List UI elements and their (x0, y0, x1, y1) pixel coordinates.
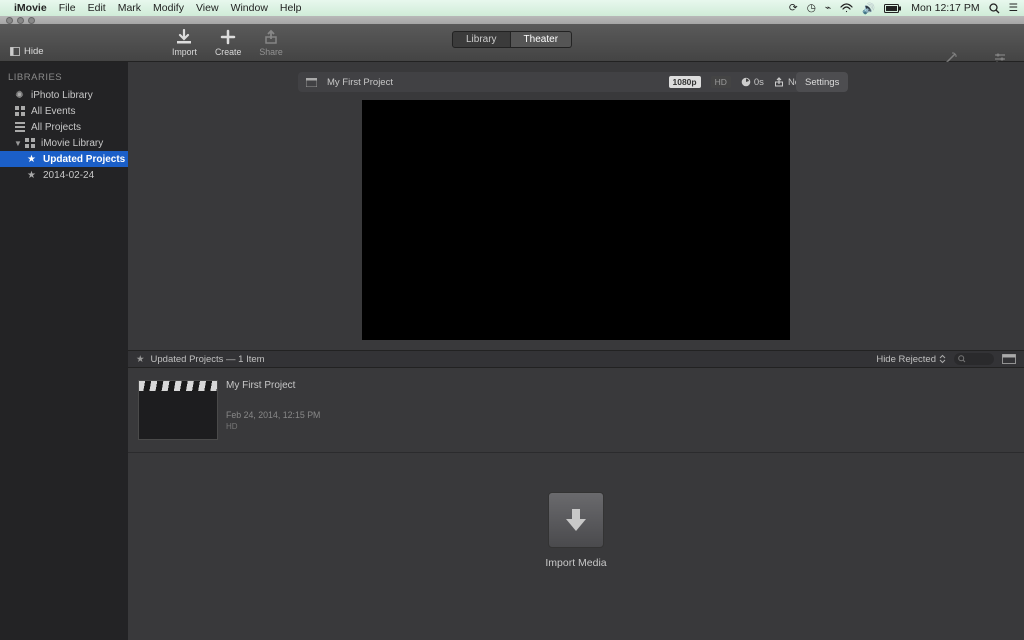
sidebar-item-all-events[interactable]: All Events (0, 103, 128, 119)
spotlight-icon[interactable] (989, 3, 1000, 14)
video-preview-canvas[interactable] (362, 100, 790, 340)
star-grid-icon (24, 138, 35, 149)
clip-date: Feb 24, 2014, 12:15 PM (226, 410, 320, 420)
menu-help[interactable]: Help (280, 2, 302, 14)
sidebar: LIBRARIES ✺ iPhoto Library All Events Al… (0, 62, 128, 640)
duration: 0s (741, 77, 764, 88)
search-field[interactable] (954, 353, 994, 365)
menu-mark[interactable]: Mark (118, 2, 141, 14)
share-icon (774, 77, 784, 87)
import-media-zone[interactable]: Import Media (128, 492, 1024, 569)
updown-icon (939, 354, 946, 364)
disclosure-triangle-icon[interactable]: ▼ (14, 139, 22, 148)
star-icon: ★ (136, 354, 145, 365)
browser-header: ★ Updated Projects — 1 Item Hide Rejecte… (128, 350, 1024, 368)
clip-view-button[interactable] (1002, 354, 1016, 364)
project-icon (306, 78, 317, 87)
sidebar-collapse-icon (10, 47, 20, 56)
sidebar-item-label: All Events (31, 106, 75, 117)
clapboard-icon (139, 381, 217, 391)
star-icon: ★ (26, 154, 37, 165)
create-label: Create (215, 47, 241, 57)
window-titlebar (0, 16, 1024, 24)
import-label: Import (172, 47, 197, 57)
import-media-button[interactable] (548, 492, 604, 548)
timemachine-icon[interactable]: ◷ (807, 2, 816, 14)
sidebar-item-imovie-library[interactable]: ▼ iMovie Library (0, 135, 128, 151)
clock-icon (741, 77, 751, 87)
divider (128, 452, 1024, 453)
clip-row: My First Project Feb 24, 2014, 12:15 PM … (138, 380, 320, 440)
app-menu[interactable]: iMovie (14, 2, 47, 14)
battery-icon[interactable] (884, 4, 902, 13)
sidebar-item-label: Updated Projects (43, 154, 125, 165)
import-icon (175, 28, 193, 46)
sunflower-icon: ✺ (14, 90, 25, 101)
tab-library[interactable]: Library (452, 31, 511, 48)
import-button[interactable]: Import (172, 28, 197, 57)
grid-icon (14, 106, 25, 117)
sidebar-item-label: iMovie Library (41, 138, 103, 149)
tab-theater[interactable]: Theater (511, 31, 572, 48)
project-info-bar: My First Project 1080p HD 0s Not Shared (298, 72, 844, 92)
hd-badge: HD (711, 76, 731, 88)
browser-title: Updated Projects — 1 Item (151, 354, 265, 365)
sidebar-header: LIBRARIES (0, 62, 128, 87)
share-icon (262, 28, 280, 46)
sidebar-item-label: 2014-02-24 (43, 170, 94, 181)
sync-icon[interactable]: ⟳ (789, 2, 798, 14)
settings-button[interactable]: Settings (796, 72, 848, 92)
sidebar-item-date[interactable]: ★ 2014-02-24 (0, 167, 128, 183)
share-button[interactable]: Share (259, 28, 282, 57)
menu-file[interactable]: File (59, 2, 76, 14)
sidebar-item-iphoto[interactable]: ✺ iPhoto Library (0, 87, 128, 103)
main-body: LIBRARIES ✺ iPhoto Library All Events Al… (0, 62, 1024, 640)
down-arrow-icon (562, 505, 590, 535)
clip-info: My First Project Feb 24, 2014, 12:15 PM … (226, 380, 320, 440)
create-button[interactable]: Create (215, 28, 241, 57)
star-icon: ★ (26, 170, 37, 181)
sidebar-item-updated-projects[interactable]: ★ Updated Projects (0, 151, 128, 167)
mac-menubar: iMovie File Edit Mark Modify View Window… (0, 0, 1024, 16)
clock-text[interactable]: Mon 12:17 PM (911, 2, 979, 14)
hide-rejected-dropdown[interactable]: Hide Rejected (876, 354, 946, 365)
plus-icon (219, 28, 237, 46)
menu-edit[interactable]: Edit (88, 2, 106, 14)
import-media-label: Import Media (545, 557, 606, 569)
hide-label: Hide (24, 46, 44, 57)
wifi-icon[interactable] (840, 3, 853, 13)
resolution-badge: 1080p (669, 76, 701, 88)
notification-center-icon[interactable]: ☰ (1009, 2, 1018, 14)
menu-window[interactable]: Window (231, 2, 268, 14)
menu-modify[interactable]: Modify (153, 2, 184, 14)
project-name[interactable]: My First Project (327, 77, 393, 88)
hide-sidebar-button[interactable]: Hide (10, 46, 44, 57)
library-theater-tabs: Library Theater (452, 31, 572, 48)
sidebar-item-label: iPhoto Library (31, 90, 93, 101)
volume-icon[interactable]: 🔊 (862, 2, 875, 15)
sidebar-item-label: All Projects (31, 122, 81, 133)
share-label: Share (259, 47, 282, 57)
search-icon (958, 355, 966, 363)
clip-res-badge: HD (226, 422, 320, 431)
bluetooth-icon[interactable]: ⌁ (825, 2, 831, 14)
menu-view[interactable]: View (196, 2, 219, 14)
sidebar-item-all-projects[interactable]: All Projects (0, 119, 128, 135)
project-thumbnail[interactable] (138, 380, 218, 440)
clip-title[interactable]: My First Project (226, 380, 320, 391)
list-icon (14, 122, 25, 133)
window-traffic-lights[interactable] (6, 17, 35, 24)
